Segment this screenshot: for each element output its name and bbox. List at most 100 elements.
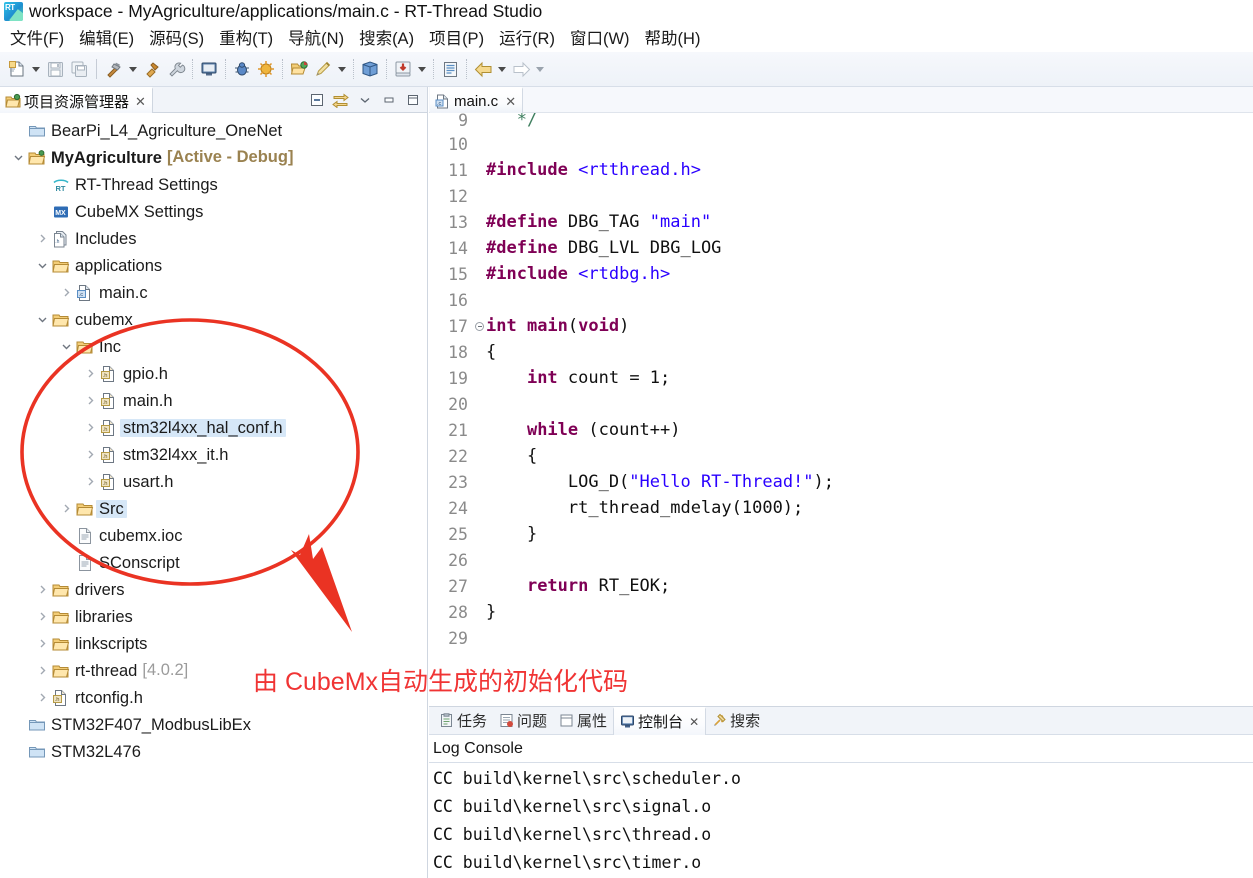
menu-edit[interactable]: 编辑(E) xyxy=(72,24,142,51)
chevron-right-icon[interactable] xyxy=(56,287,76,298)
wrench-configure-icon[interactable] xyxy=(164,57,188,81)
menu-navigate[interactable]: 导航(N) xyxy=(281,24,352,51)
open-folder-icon[interactable] xyxy=(287,57,311,81)
console-tab-1[interactable]: 任务 xyxy=(433,707,493,735)
maximize-icon[interactable] xyxy=(404,92,421,109)
project-explorer-icon xyxy=(5,93,21,109)
run-icon[interactable] xyxy=(254,57,278,81)
tree-item[interactable]: drivers xyxy=(0,576,427,603)
tree-item-label: CubeMX Settings xyxy=(75,202,204,221)
menu-run[interactable]: 运行(R) xyxy=(492,24,563,51)
tree-item[interactable]: MX CubeMX Settings xyxy=(0,198,427,225)
menu-search[interactable]: 搜索(A) xyxy=(352,24,422,51)
chevron-down-icon[interactable] xyxy=(8,152,28,163)
minimize-icon[interactable] xyxy=(380,92,397,109)
chevron-down-icon[interactable] xyxy=(32,314,52,325)
tab-main-c[interactable]: .c main.c ✕ xyxy=(430,87,524,113)
source-folder-icon xyxy=(52,662,70,680)
tree-item[interactable]: SConscript xyxy=(0,549,427,576)
tree-item[interactable]: Src xyxy=(0,495,427,522)
download-dropdown-icon[interactable] xyxy=(415,57,429,81)
build-hammer-icon[interactable] xyxy=(102,57,126,81)
tree-item[interactable]: .c main.c xyxy=(0,279,427,306)
chevron-down-icon[interactable] xyxy=(56,341,76,352)
tree-item[interactable]: RT RT-Thread Settings xyxy=(0,171,427,198)
menu-refactor[interactable]: 重构(T) xyxy=(212,24,281,51)
tree-item[interactable]: .h usart.h xyxy=(0,468,427,495)
tree-item[interactable]: .h gpio.h xyxy=(0,360,427,387)
tree-item[interactable]: cubemx xyxy=(0,306,427,333)
tree-item[interactable]: STM32F407_ModbusLibEx xyxy=(0,711,427,738)
tab-project-explorer[interactable]: 项目资源管理器 ✕ xyxy=(0,87,153,113)
chevron-right-icon[interactable] xyxy=(32,665,52,676)
chevron-right-icon[interactable] xyxy=(32,692,52,703)
tree-item[interactable]: Inc xyxy=(0,333,427,360)
menu-project[interactable]: 项目(P) xyxy=(422,24,492,51)
console-output[interactable]: CC build\kernel\src\scheduler.o CC build\… xyxy=(429,763,1253,875)
tree-item[interactable]: libraries xyxy=(0,603,427,630)
console-tab-2[interactable]: 问题 xyxy=(493,707,553,735)
package-icon[interactable] xyxy=(358,57,382,81)
save-icon[interactable] xyxy=(43,57,67,81)
tree-item[interactable]: cubemx.ioc xyxy=(0,522,427,549)
code-line: 28} xyxy=(429,599,1253,625)
project-explorer-tab-row: 项目资源管理器 ✕ xyxy=(0,87,427,113)
console-tab-4[interactable]: 控制台 ✕ xyxy=(613,706,707,735)
forward-arrow-icon[interactable] xyxy=(509,57,533,81)
chevron-right-icon[interactable] xyxy=(32,611,52,622)
chevron-right-icon[interactable] xyxy=(80,449,100,460)
close-icon[interactable]: ✕ xyxy=(135,95,146,108)
console-tab-3[interactable]: 属性 xyxy=(553,707,613,735)
chevron-right-icon[interactable] xyxy=(80,368,100,379)
chevron-right-icon[interactable] xyxy=(80,422,100,433)
tree-item[interactable]: .h Includes xyxy=(0,225,427,252)
c-file-icon: .c xyxy=(76,284,94,302)
debug-bug-icon[interactable] xyxy=(230,57,254,81)
back-arrow-icon[interactable] xyxy=(471,57,495,81)
tree-item[interactable]: .h main.h xyxy=(0,387,427,414)
tree-item[interactable]: STM32L476 xyxy=(0,738,427,765)
chevron-right-icon[interactable] xyxy=(32,638,52,649)
rt-thread-studio-window: workspace - MyAgriculture/applications/m… xyxy=(0,0,1253,878)
tree-item[interactable]: applications xyxy=(0,252,427,279)
collapse-all-icon[interactable] xyxy=(308,92,325,109)
menu-source[interactable]: 源码(S) xyxy=(142,24,212,51)
console-tab-5[interactable]: 搜索 xyxy=(706,707,766,735)
chevron-right-icon[interactable] xyxy=(32,233,52,244)
import-dropdown-icon[interactable] xyxy=(335,57,349,81)
tree-item[interactable]: linkscripts xyxy=(0,630,427,657)
chevron-right-icon[interactable] xyxy=(80,476,100,487)
fold-collapse-icon[interactable] xyxy=(473,321,486,331)
code-text: int count = 1; xyxy=(526,368,671,388)
close-icon[interactable]: ✕ xyxy=(689,715,699,729)
clean-icon[interactable] xyxy=(140,57,164,81)
download-flash-icon[interactable] xyxy=(391,57,415,81)
forward-dropdown-icon[interactable] xyxy=(533,57,547,81)
new-file-dropdown-icon[interactable] xyxy=(29,57,43,81)
view-menu-icon[interactable] xyxy=(356,92,373,109)
menu-help[interactable]: 帮助(H) xyxy=(638,24,709,51)
tree-item[interactable]: .h stm32l4xx_hal_conf.h xyxy=(0,414,427,441)
code-editor[interactable]: 9 */ 10 11 #include <rtthread.h> 12 13 #define… xyxy=(429,113,1253,706)
menu-file[interactable]: 文件(F) xyxy=(3,24,72,51)
tree-item[interactable]: MyAgriculture [Active - Debug] xyxy=(0,144,427,171)
chevron-right-icon[interactable] xyxy=(32,584,52,595)
build-dropdown-icon[interactable] xyxy=(126,57,140,81)
list-icon[interactable] xyxy=(438,57,462,81)
chevron-right-icon[interactable] xyxy=(80,395,100,406)
new-file-icon[interactable] xyxy=(5,57,29,81)
import-pencil-icon[interactable] xyxy=(311,57,335,81)
save-all-icon[interactable] xyxy=(67,57,91,81)
chevron-down-icon[interactable] xyxy=(32,260,52,271)
tree-item[interactable]: .h stm32l4xx_it.h xyxy=(0,441,427,468)
link-with-editor-icon[interactable] xyxy=(332,92,349,109)
back-dropdown-icon[interactable] xyxy=(495,57,509,81)
close-icon[interactable]: ✕ xyxy=(505,95,516,108)
menu-window[interactable]: 窗口(W) xyxy=(563,24,638,51)
editor-tab-label: main.c xyxy=(454,92,499,110)
project-explorer-panel: 项目资源管理器 ✕ BearPi_L4_Agriculture_OneNet M… xyxy=(0,87,428,878)
terminal-icon[interactable] xyxy=(197,57,221,81)
chevron-right-icon[interactable] xyxy=(56,503,76,514)
tree-item[interactable]: BearPi_L4_Agriculture_OneNet xyxy=(0,117,427,144)
line-number: 15 xyxy=(448,264,468,284)
